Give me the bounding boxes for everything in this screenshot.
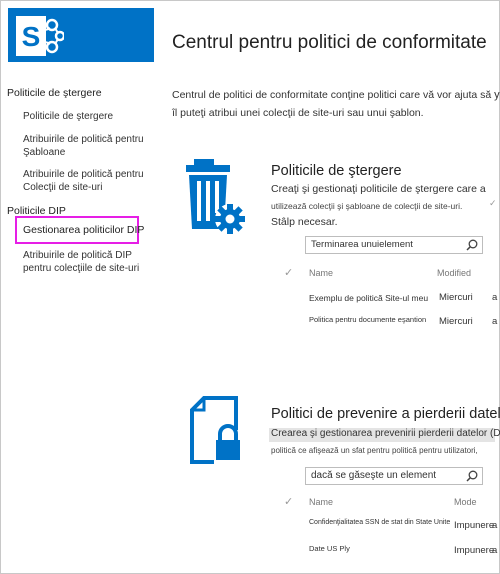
row-mode: Impunere — [454, 520, 495, 531]
intro-line2: îl puteţi atribui unei colecţii de site-… — [172, 107, 424, 119]
select-all-checkmark-icon[interactable]: ✓ — [284, 495, 293, 508]
deletion-col-name[interactable]: Name — [309, 268, 333, 278]
nav-item-label-line2: Şabloane — [23, 147, 66, 158]
sharepoint-logo-icon: S — [16, 16, 64, 56]
svg-text:S: S — [22, 21, 41, 52]
row-name[interactable]: Date US Ply — [309, 544, 350, 553]
nav-heading-retention[interactable]: Politicile de ştergere — [7, 87, 102, 100]
nav-item-label-line1: Atribuirile de politică DIP — [23, 250, 132, 261]
row-name[interactable]: Confidenţialitatea SSN de stat din State… — [309, 519, 450, 526]
row-tail: a — [492, 520, 498, 531]
document-lock-icon — [190, 396, 242, 464]
search-icon[interactable] — [466, 239, 478, 251]
dlp-desc-line2: politică ce afişează un sfat pentru poli… — [271, 446, 478, 455]
deletion-desc-line1: Creaţi şi gestionaţi politicile de şterg… — [271, 183, 486, 195]
deletion-col-modified[interactable]: Modified — [437, 268, 471, 278]
page-title: Centrul pentru politici de conformitate — [172, 32, 487, 53]
dlp-desc-line1: Crearea şi gestionarea prevenirii pierde… — [271, 428, 500, 439]
nav-item-retention-policies[interactable]: Politicile de ştergere — [23, 110, 113, 123]
nav-item-manage-dlp[interactable]: Gestionarea politicilor DIP — [23, 224, 144, 237]
dlp-col-mode[interactable]: Mode — [454, 497, 477, 507]
search-icon[interactable] — [466, 470, 478, 482]
checkmark-icon: ✓ — [489, 198, 497, 208]
select-all-checkmark-icon[interactable]: ✓ — [284, 266, 293, 279]
dlp-search-input[interactable]: dacă se găseşte un element — [305, 467, 483, 485]
dlp-section-title[interactable]: Politici de prevenire a pierderii datelo… — [271, 406, 500, 422]
row-tail: a — [492, 316, 498, 327]
nav-item-label-line1: Atribuirile de politică pentru — [23, 169, 144, 180]
intro-text: Centrul de politici de conformitate conţ… — [172, 86, 500, 122]
row-modified: Miercuri — [439, 316, 473, 327]
nav-item-dlp-site-assignments[interactable]: Atribuirile de politică DIP pentru colec… — [23, 249, 139, 275]
nav-item-template-assignments[interactable]: Atribuirile de politică pentru Şabloane — [23, 133, 144, 159]
row-modified: Miercuri — [439, 292, 473, 303]
deletion-section-title[interactable]: Politicile de ştergere — [271, 163, 402, 179]
intro-line1-tail: yo — [494, 89, 500, 101]
search-placeholder: Terminarea unuielement — [311, 239, 413, 250]
search-placeholder: dacă se găseşte un element — [311, 470, 437, 481]
nav-item-label-line1: Atribuirile de politică pentru — [23, 134, 144, 145]
row-name[interactable]: Exemplu de politică Site-ul meu — [309, 293, 428, 303]
intro-line1: Centrul de politici de conformitate conţ… — [172, 89, 492, 101]
dlp-col-name[interactable]: Name — [309, 497, 333, 507]
row-tail: a — [492, 545, 498, 556]
nav-item-label-line2: pentru colecţiile de site-uri — [23, 263, 140, 274]
nav-item-label-line2: Colecţii de site-uri — [23, 182, 103, 193]
row-tail: a — [492, 292, 498, 303]
sharepoint-logo[interactable]: S — [8, 8, 154, 62]
deletion-desc-line2: utilizează colecţii şi şabloane de colec… — [271, 201, 463, 211]
row-name[interactable]: Politica pentru documente eşantion — [309, 315, 426, 324]
deletion-search-input[interactable]: Terminarea unuielement — [305, 236, 483, 254]
nav-item-site-collection-assignments[interactable]: Atribuirile de politică pentru Colecţii … — [23, 168, 144, 194]
deletion-desc-line3: Stâlp necesar. — [271, 216, 338, 228]
row-mode: Impunere — [454, 545, 495, 556]
trash-gear-icon — [186, 159, 245, 234]
